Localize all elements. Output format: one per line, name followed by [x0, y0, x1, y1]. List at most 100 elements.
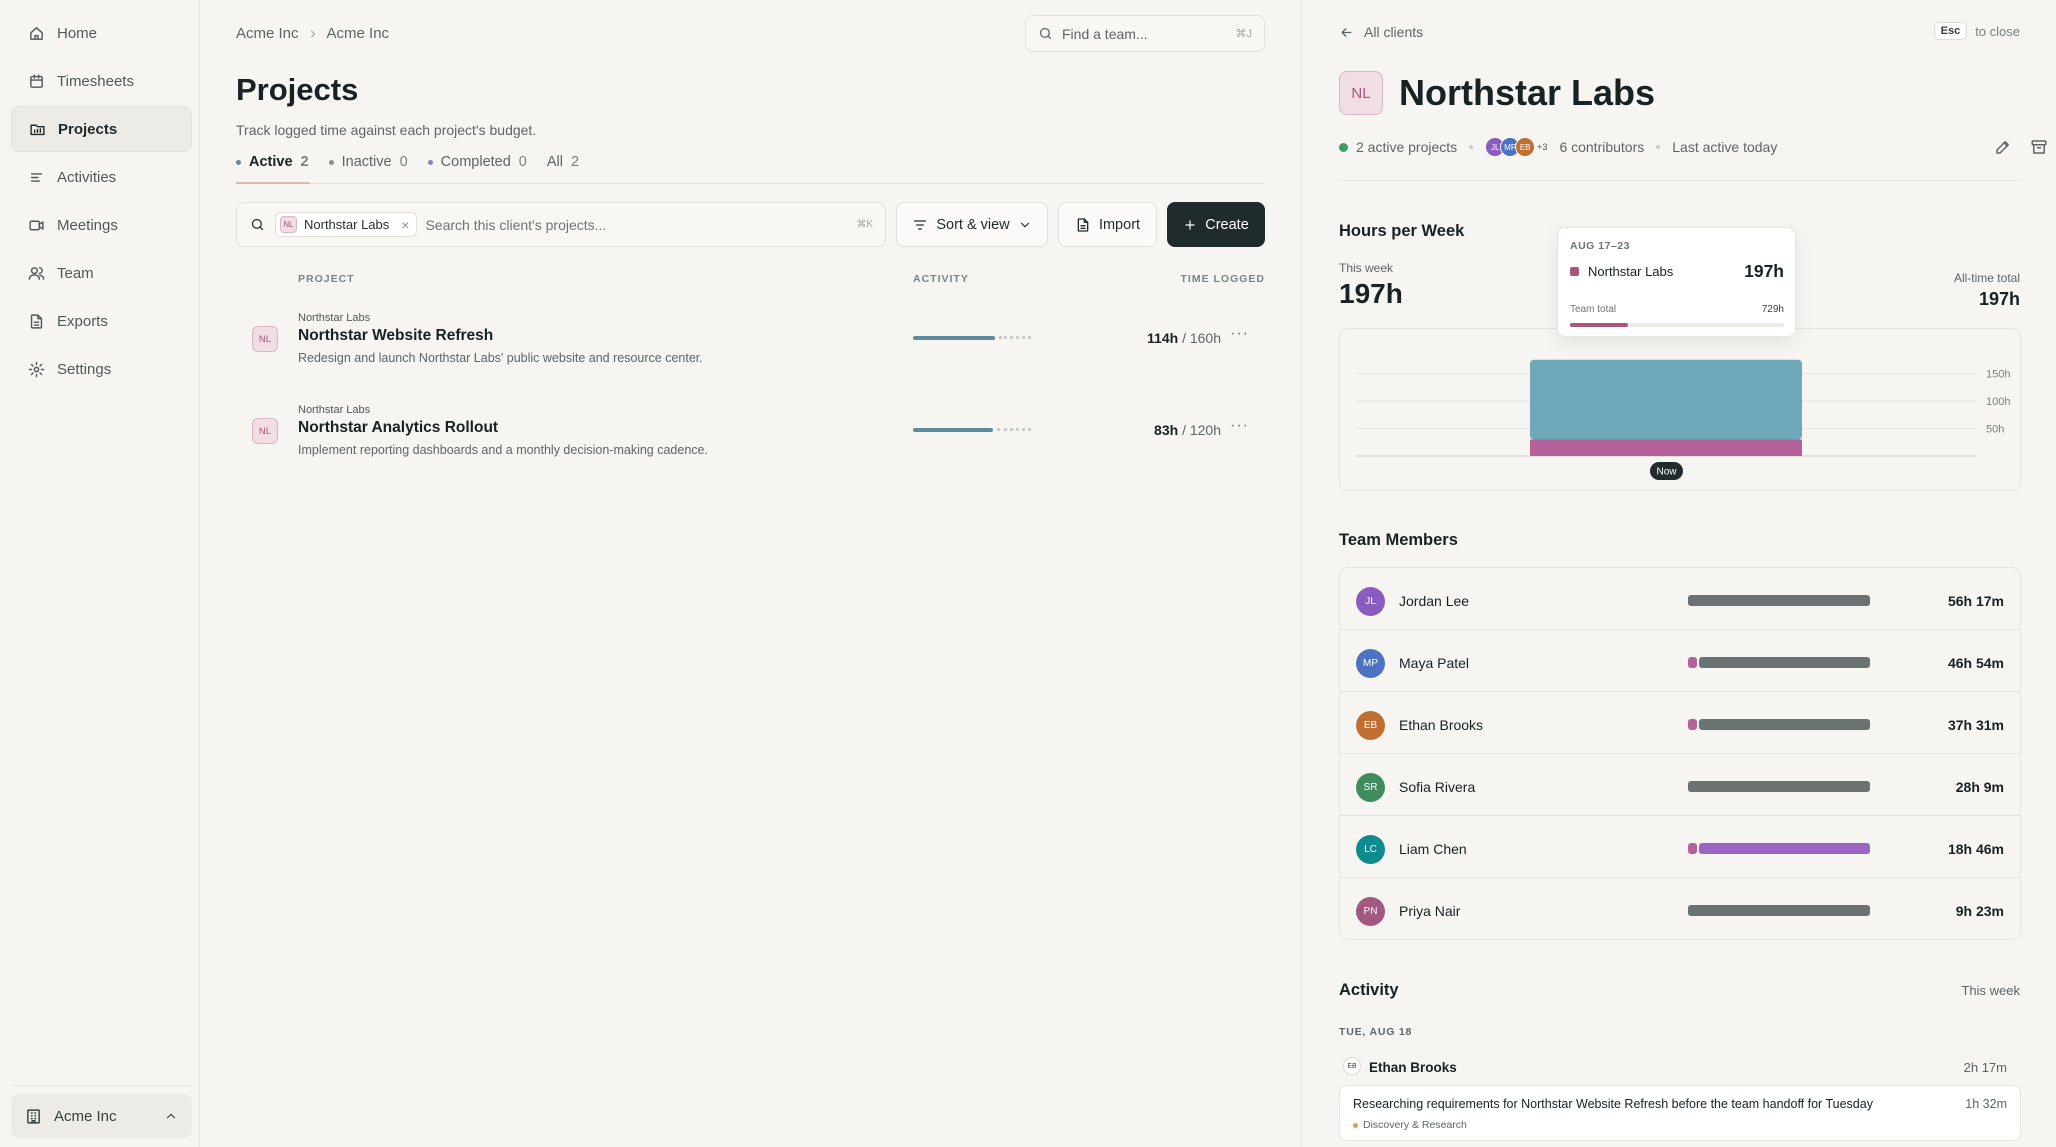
- activity-title: Activity: [1339, 981, 1399, 999]
- alltime-value: 197h: [1978, 289, 2020, 309]
- member-name: Priya Nair: [1399, 903, 1461, 919]
- more-options-icon[interactable]: ···: [1230, 417, 1249, 435]
- activity-person-row[interactable]: EB Ethan Brooks 2h 17m: [1339, 1047, 2021, 1087]
- sort-view-button[interactable]: Sort & view: [896, 202, 1048, 247]
- tooltip-team-label: Team total: [1570, 304, 1617, 315]
- status-dot: [1339, 142, 1348, 152]
- team-member-row[interactable]: SR Sofia Rivera 28h 9m: [1340, 754, 2020, 816]
- activity-remaining: [997, 428, 1031, 432]
- sidebar-item-label: Meetings: [57, 216, 118, 234]
- tab-count: 0: [518, 154, 527, 170]
- chart-bar-segment: [1530, 439, 1802, 456]
- shortcut-hint: ⌘K: [856, 219, 873, 230]
- time-logged: 83h / 120h: [1154, 422, 1221, 438]
- sidebar-item-exports[interactable]: Exports: [11, 298, 192, 344]
- sidebar-item-projects[interactable]: Projects: [11, 106, 192, 152]
- client-filter-label: Northstar Labs: [304, 217, 390, 232]
- esc-key: Esc: [1933, 22, 1968, 40]
- contributor-avatars[interactable]: JL MP EB: [1485, 137, 1536, 157]
- breadcrumb-item[interactable]: Acme Inc: [327, 25, 390, 42]
- sidebar: Home Timesheets Projects Activities Meetings…: [0, 0, 200, 1147]
- status-dot: [236, 159, 241, 165]
- team-member-row[interactable]: PN Priya Nair 9h 23m: [1340, 878, 2020, 939]
- import-label: Import: [1098, 216, 1141, 233]
- search-icon: [1039, 27, 1052, 40]
- chevron-up-icon: [166, 1113, 176, 1119]
- breadcrumb-item[interactable]: Acme Inc: [236, 25, 299, 42]
- team-member-row[interactable]: JL Jordan Lee 56h 17m: [1340, 568, 2020, 630]
- filter-icon: [914, 219, 927, 230]
- activity-fill: [913, 428, 993, 432]
- column-header-time[interactable]: TIME LOGGED: [1181, 273, 1266, 285]
- this-week-value: 197h: [1339, 278, 1403, 309]
- back-label: All clients: [1364, 24, 1424, 40]
- project-search[interactable]: NL Northstar Labs × Search this client's…: [236, 202, 886, 247]
- member-name: Sofia Rivera: [1399, 779, 1476, 795]
- import-button[interactable]: Import: [1058, 202, 1157, 247]
- member-name: Ethan Brooks: [1399, 717, 1484, 733]
- sidebar-item-activities[interactable]: Activities: [11, 154, 192, 200]
- tab-completed[interactable]: Completed 0: [427, 152, 527, 172]
- column-header-project[interactable]: PROJECT: [298, 273, 355, 285]
- team-member-row[interactable]: EB Ethan Brooks 37h 31m: [1340, 692, 2020, 754]
- org-name: Acme Inc: [54, 1107, 117, 1125]
- tab-active[interactable]: Active 2: [236, 152, 309, 172]
- org-switcher[interactable]: Acme Inc: [11, 1094, 192, 1138]
- x-tick-label: Now: [1656, 467, 1677, 478]
- project-client: Northstar Labs: [298, 404, 371, 416]
- file-icon: [30, 313, 43, 329]
- entry-text: Researching requirements for Northstar W…: [1353, 1097, 1873, 1111]
- member-hours-bar: [1688, 657, 1870, 668]
- search-placeholder: Search this client's projects...: [425, 216, 607, 233]
- project-row[interactable]: NL Northstar Labs Northstar Analytics Roll…: [236, 404, 1265, 484]
- video-icon: [29, 220, 44, 230]
- close-hint[interactable]: Esc to close: [1933, 22, 2020, 40]
- more-contributors: +3: [1537, 142, 1548, 152]
- chart-bar-segment: [1530, 359, 1802, 440]
- project-description: Redesign and launch Northstar Labs' publ…: [298, 351, 703, 365]
- sidebar-item-label: Timesheets: [57, 72, 134, 90]
- more-options-icon[interactable]: ···: [1230, 325, 1249, 343]
- edit-icon[interactable]: [1994, 138, 2012, 156]
- project-name[interactable]: Northstar Website Refresh: [298, 327, 493, 345]
- entry-time: 1h 32m: [1965, 1097, 2007, 1111]
- sidebar-item-home[interactable]: Home: [11, 10, 192, 56]
- create-label: Create: [1205, 216, 1249, 233]
- member-hours-segment: [1688, 843, 1697, 854]
- page-title: Projects: [236, 72, 359, 107]
- sidebar-item-meetings[interactable]: Meetings: [11, 202, 192, 248]
- team-member-row[interactable]: MP Maya Patel 46h 54m: [1340, 630, 2020, 692]
- tab-all[interactable]: All 2: [547, 152, 579, 172]
- create-button[interactable]: Create: [1167, 202, 1265, 247]
- archive-icon[interactable]: [2030, 138, 2048, 156]
- tab-inactive[interactable]: Inactive 0: [328, 152, 408, 172]
- sidebar-item-team[interactable]: Team: [11, 250, 192, 296]
- project-row[interactable]: NL Northstar Labs Northstar Website Refres…: [236, 312, 1265, 392]
- sidebar-item-timesheets[interactable]: Timesheets: [11, 58, 192, 104]
- sidebar-item-settings[interactable]: Settings: [11, 346, 192, 392]
- project-name[interactable]: Northstar Analytics Rollout: [298, 419, 498, 437]
- column-header-activity[interactable]: ACTIVITY: [913, 273, 969, 285]
- y-tick-label: 150h: [1986, 369, 2010, 381]
- team-member-row[interactable]: LC Liam Chen 18h 46m: [1340, 816, 2020, 878]
- activity-entry[interactable]: Researching requirements for Northstar W…: [1339, 1085, 2021, 1141]
- activity-person-time: 2h 17m: [1963, 1060, 2007, 1075]
- find-team-input[interactable]: Find a team... ⌘J: [1025, 15, 1265, 52]
- member-hours: 18h 46m: [1947, 841, 2004, 857]
- member-hours-bar: [1688, 781, 1870, 792]
- member-hours-segment: [1699, 719, 1870, 730]
- client-filter-chip[interactable]: NL Northstar Labs ×: [275, 212, 418, 237]
- chevron-down-icon: [1020, 222, 1029, 227]
- back-to-clients-link[interactable]: All clients: [1339, 24, 1423, 40]
- tooltip-client: Northstar Labs: [1588, 264, 1674, 279]
- tooltip-swatch: [1570, 267, 1579, 276]
- activity-period[interactable]: This week: [1961, 983, 2020, 998]
- hours-chart[interactable]: 50h 100h 150h Now: [1339, 328, 2021, 491]
- y-tick-label: 50h: [1986, 424, 2004, 436]
- tooltip-share-bar: [1570, 323, 1784, 327]
- avatar: EB: [1343, 1057, 1361, 1075]
- time-budget: / 120h: [1182, 422, 1221, 438]
- folder-icon: [30, 124, 45, 135]
- close-icon[interactable]: ×: [401, 217, 409, 233]
- avatar: PN: [1356, 897, 1385, 926]
